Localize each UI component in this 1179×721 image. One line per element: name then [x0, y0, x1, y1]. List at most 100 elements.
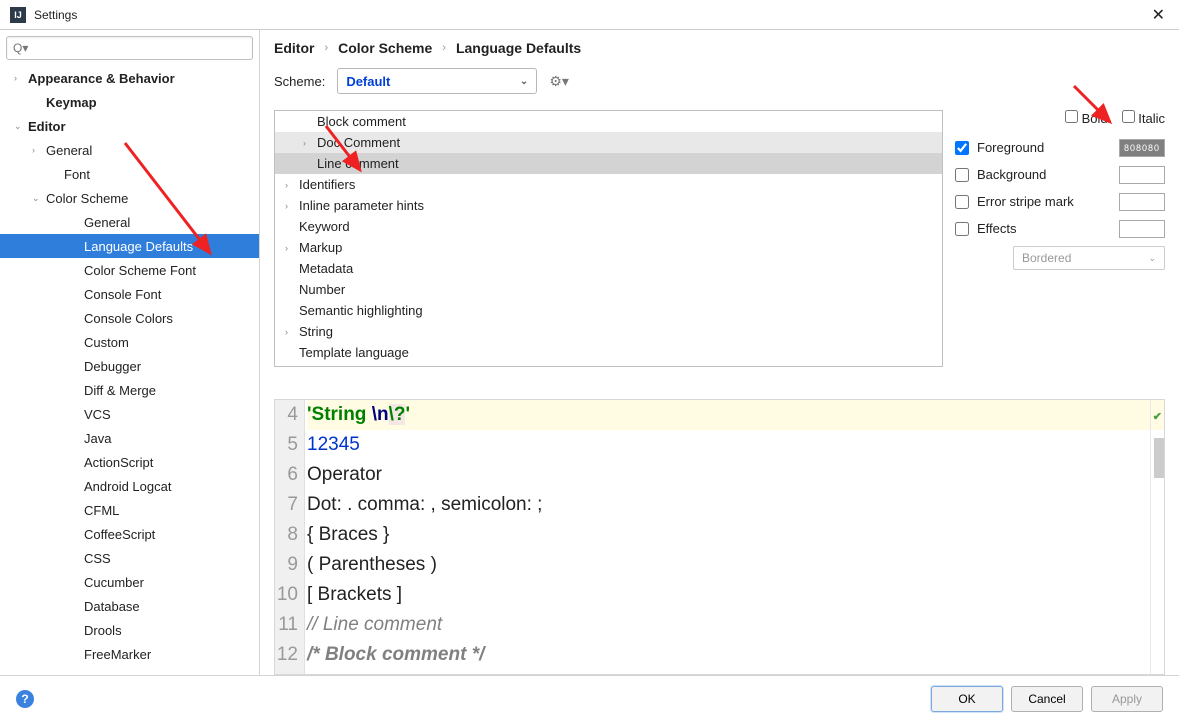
sidebar-item[interactable]: Diff & Merge — [0, 378, 259, 402]
sidebar-item[interactable]: VCS — [0, 402, 259, 426]
main-area: ›Appearance & BehaviorKeymap⌄Editor›Gene… — [0, 30, 1179, 675]
code-preview[interactable]: 'String \n\?'12345OperatorDot: . comma: … — [305, 400, 1164, 675]
bold-checkbox[interactable]: Bold — [1065, 110, 1108, 126]
chevron-icon: ⌄ — [14, 121, 26, 132]
effects-swatch[interactable] — [1119, 220, 1165, 238]
italic-checkbox[interactable]: Italic — [1122, 110, 1165, 126]
sidebar-item[interactable]: Keymap — [0, 90, 259, 114]
sidebar-item[interactable]: General — [0, 210, 259, 234]
chevron-icon: › — [285, 201, 297, 211]
sidebar-item-label: FreeMarker — [82, 647, 151, 662]
sidebar-item[interactable]: Drools — [0, 618, 259, 642]
error-stripe-label: Error stripe mark — [977, 194, 1074, 209]
sidebar-item[interactable]: Language Defaults — [0, 234, 259, 258]
attribute-label: Number — [299, 282, 345, 297]
sidebar-item[interactable]: ⌄Editor — [0, 114, 259, 138]
code-line: 12345 — [307, 430, 1164, 460]
close-icon[interactable]: ✕ — [1148, 5, 1169, 25]
error-stripe-swatch[interactable] — [1119, 193, 1165, 211]
sidebar-item-label: Console Font — [82, 287, 161, 302]
sidebar-item-label: Color Scheme — [44, 191, 128, 206]
sidebar-item-label: Keymap — [44, 95, 97, 110]
title-bar: IJ Settings ✕ — [0, 0, 1179, 30]
sidebar-item[interactable]: FreeMarker — [0, 642, 259, 666]
background-swatch[interactable] — [1119, 166, 1165, 184]
sidebar-item[interactable]: ActionScript — [0, 450, 259, 474]
help-icon[interactable]: ? — [16, 690, 34, 708]
code-line: Dot: . comma: , semicolon: ; — [307, 490, 1164, 520]
breadcrumb-p1: Editor — [274, 40, 314, 56]
sidebar-item-label: Debugger — [82, 359, 141, 374]
attribute-item[interactable]: Semantic highlighting — [275, 300, 942, 321]
attribute-item[interactable]: Template language — [275, 342, 942, 363]
content-panel: Editor › Color Scheme › Language Default… — [260, 30, 1179, 675]
effects-label: Effects — [977, 221, 1017, 236]
sidebar-item[interactable]: Cucumber — [0, 570, 259, 594]
sidebar-item[interactable]: Color Scheme Font — [0, 258, 259, 282]
sidebar-item-label: Diff & Merge — [82, 383, 156, 398]
code-line: /* Block comment */ — [307, 640, 1164, 670]
attribute-label: Template language — [299, 345, 409, 360]
attribute-item[interactable]: ›Markup — [275, 237, 942, 258]
sidebar-item[interactable]: CSS — [0, 546, 259, 570]
attribute-item[interactable]: ›Identifiers — [275, 174, 942, 195]
settings-tree[interactable]: ›Appearance & BehaviorKeymap⌄Editor›Gene… — [0, 66, 259, 675]
sidebar-item[interactable]: Font — [0, 162, 259, 186]
attribute-item[interactable]: ›Doc Comment — [275, 132, 942, 153]
chevron-down-icon: ⌄ — [520, 76, 528, 87]
foreground-checkbox[interactable] — [955, 141, 969, 155]
attribute-label: Block comment — [317, 114, 406, 129]
error-stripe-checkbox[interactable] — [955, 195, 969, 209]
search-input[interactable] — [6, 36, 253, 60]
cancel-button[interactable]: Cancel — [1011, 686, 1083, 712]
attribute-item[interactable]: Number — [275, 279, 942, 300]
attribute-label: Identifiers — [299, 177, 355, 192]
code-line: [ Brackets ] — [307, 580, 1164, 610]
sidebar-item[interactable]: ›Appearance & Behavior — [0, 66, 259, 90]
attribute-item[interactable]: Line comment — [275, 153, 942, 174]
effects-checkbox[interactable] — [955, 222, 969, 236]
sidebar-item[interactable]: Custom — [0, 330, 259, 354]
scrollbar-thumb[interactable] — [1154, 438, 1164, 478]
sidebar-item[interactable]: Android Logcat — [0, 474, 259, 498]
code-line: 'String \n\?' — [307, 400, 1164, 430]
footer: ? OK Cancel Apply — [0, 675, 1179, 721]
sidebar-item-label: Custom — [82, 335, 129, 350]
attribute-item[interactable]: Block comment — [275, 111, 942, 132]
scheme-select[interactable]: Default ⌄ — [337, 68, 537, 94]
attribute-list[interactable]: Block comment›Doc CommentLine comment›Id… — [274, 110, 943, 367]
sidebar-item[interactable]: Debugger — [0, 354, 259, 378]
chevron-icon: › — [285, 243, 297, 253]
checkmark-icon: ✔ — [1153, 402, 1162, 432]
preview-editor: 45678910111213 'String \n\?'12345Operato… — [274, 399, 1165, 676]
effects-type-select[interactable]: Bordered ⌄ — [1013, 246, 1165, 270]
code-line: Operator — [307, 460, 1164, 490]
sidebar-item[interactable]: Console Font — [0, 282, 259, 306]
attribute-item[interactable]: ›Inline parameter hints — [275, 195, 942, 216]
attribute-item[interactable]: Keyword — [275, 216, 942, 237]
sidebar-item[interactable]: Java — [0, 426, 259, 450]
attribute-label: Markup — [299, 240, 342, 255]
sidebar-item[interactable]: Database — [0, 594, 259, 618]
attribute-item[interactable]: ›String — [275, 321, 942, 342]
search-wrap — [0, 30, 259, 66]
sidebar-item[interactable]: Console Colors — [0, 306, 259, 330]
attribute-label: Inline parameter hints — [299, 198, 424, 213]
sidebar-item-label: Color Scheme Font — [82, 263, 196, 278]
gear-icon[interactable]: ⚙▾ — [549, 73, 569, 90]
background-checkbox[interactable] — [955, 168, 969, 182]
window-title: Settings — [34, 8, 1148, 22]
ok-button[interactable]: OK — [931, 686, 1003, 712]
chevron-right-icon: › — [442, 42, 446, 54]
split-pane: Block comment›Doc CommentLine comment›Id… — [274, 110, 1165, 385]
attribute-item[interactable]: Metadata — [275, 258, 942, 279]
sidebar-item[interactable]: ⌄Color Scheme — [0, 186, 259, 210]
sidebar-item-label: Font — [62, 167, 90, 182]
foreground-swatch[interactable]: 808080 — [1119, 139, 1165, 157]
sidebar-item[interactable]: CFML — [0, 498, 259, 522]
sidebar-item[interactable]: ›General — [0, 138, 259, 162]
chevron-icon: › — [14, 73, 26, 83]
sidebar-item[interactable]: CoffeeScript — [0, 522, 259, 546]
chevron-icon: › — [285, 327, 297, 337]
apply-button[interactable]: Apply — [1091, 686, 1163, 712]
